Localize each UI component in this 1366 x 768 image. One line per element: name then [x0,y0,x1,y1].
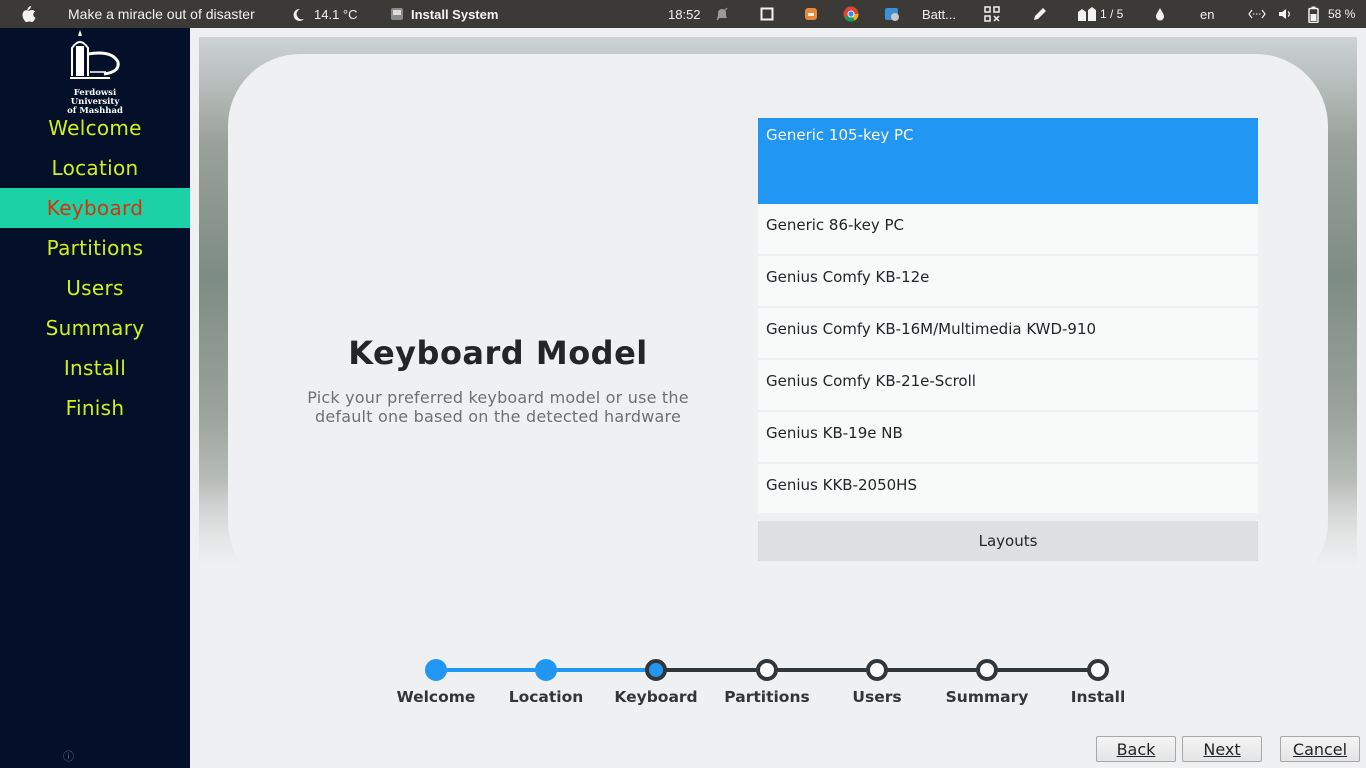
apple-icon[interactable] [18,0,38,28]
sidebar-item-location: Location [51,156,139,180]
battery-icon[interactable] [1306,0,1320,28]
sidebar: Ferdowsi University of Mashhad Welcome L… [0,28,190,768]
progress-stepper: Welcome Location Keyboard Partitions Use… [380,650,1160,720]
step-dot-partitions [756,659,778,681]
sidebar-item-finish: Finish [65,396,125,420]
chrome-icon[interactable] [842,0,860,28]
progress-line [436,668,546,672]
workspace-indicator[interactable]: 1 / 5 [1100,0,1123,28]
list-item-label: Generic 86-key PC [766,216,904,234]
notifications-off-icon[interactable] [714,0,730,28]
pencil-icon[interactable] [1031,0,1049,28]
clock[interactable]: 18:52 [668,0,701,28]
network-icon[interactable] [1247,0,1267,28]
subtitle-line2: default one based on the detected hardwa… [314,407,682,426]
sidebar-item-partitions: Partitions [46,236,144,260]
keyboard-model-list[interactable]: Generic 105-key PC Generic 86-key PC Gen… [758,118,1258,513]
step-label-users: Users [852,688,902,706]
task-title[interactable]: Install System [411,0,498,28]
step-label-install: Install [1070,688,1126,706]
battery-label[interactable]: Batt... [922,0,956,28]
cancel-button[interactable]: Cancel [1280,736,1360,762]
step-label-welcome: Welcome [396,688,476,706]
sidebar-item-install: Install [63,356,127,380]
step-dot-keyboard [645,659,667,681]
back-button[interactable]: Back [1096,736,1176,762]
list-item[interactable]: Generic 105-key PC [758,118,1258,204]
sidebar-item-keyboard: Keyboard [0,188,190,228]
battery-percent[interactable]: 58 % [1328,0,1355,28]
software-center-icon[interactable] [883,0,901,28]
list-item[interactable]: Generic 86-key PC [758,204,1258,256]
step-dot-welcome [425,659,447,681]
step-dot-summary [976,659,998,681]
installer-app-icon [389,0,405,28]
step-dot-install [1087,659,1109,681]
list-item-label: Genius KKB-2050HS [766,476,917,494]
sidebar-item-summary: Summary [45,316,145,340]
step-label-location: Location [508,688,584,706]
list-item-label: Genius KB-19e NB [766,424,903,442]
list-item[interactable]: Genius KKB-2050HS [758,464,1258,513]
info-icon[interactable]: ⓘ [63,748,74,764]
step-label-partitions: Partitions [724,688,810,706]
top-panel: Make a miracle out of disaster 14.1 °C I… [0,0,1366,28]
university-logo: Ferdowsi University of Mashhad [50,28,140,116]
step-dot-location [535,659,557,681]
sidebar-item-welcome: Welcome [48,116,142,140]
step-dot-users [866,659,888,681]
volume-icon[interactable] [1277,0,1293,28]
progress-line [546,668,656,672]
weather-text[interactable]: 14.1 °C [314,0,358,28]
step-label-summary: Summary [945,688,1029,706]
page-subtitle: Pick your preferred keyboard model or us… [288,388,708,426]
layouts-button[interactable]: Layouts [758,521,1258,561]
workspaces-icon[interactable] [1077,0,1097,28]
list-item-label: Genius Comfy KB-12e [766,268,930,286]
list-item[interactable]: Genius Comfy KB-16M/Multimedia KWD-910 [758,308,1258,360]
list-item-label: Genius Comfy KB-16M/Multimedia KWD-910 [766,320,1097,338]
sidebar-item-users: Users [66,276,124,300]
moon-icon [290,0,306,28]
list-item-label: Generic 105-key PC [766,126,914,144]
window-square-icon[interactable] [759,0,775,28]
orange-app-icon[interactable] [803,0,819,28]
list-item-label: Genius Comfy KB-21e-Scroll [766,372,976,390]
window-title: Make a miracle out of disaster [68,6,255,22]
drop-icon[interactable] [1153,0,1167,28]
next-button[interactable]: Next [1182,736,1262,762]
page-title: Keyboard Model [348,334,648,372]
language-indicator[interactable]: en [1200,0,1214,28]
logo-text-line1: Ferdowsi University [70,88,120,107]
step-label-keyboard: Keyboard [614,688,698,706]
subtitle-line1: Pick your preferred keyboard model or us… [307,388,689,407]
list-item[interactable]: Genius Comfy KB-21e-Scroll [758,360,1258,412]
qr-code-icon[interactable] [983,0,1001,28]
list-item[interactable]: Genius Comfy KB-12e [758,256,1258,308]
list-item[interactable]: Genius KB-19e NB [758,412,1258,464]
